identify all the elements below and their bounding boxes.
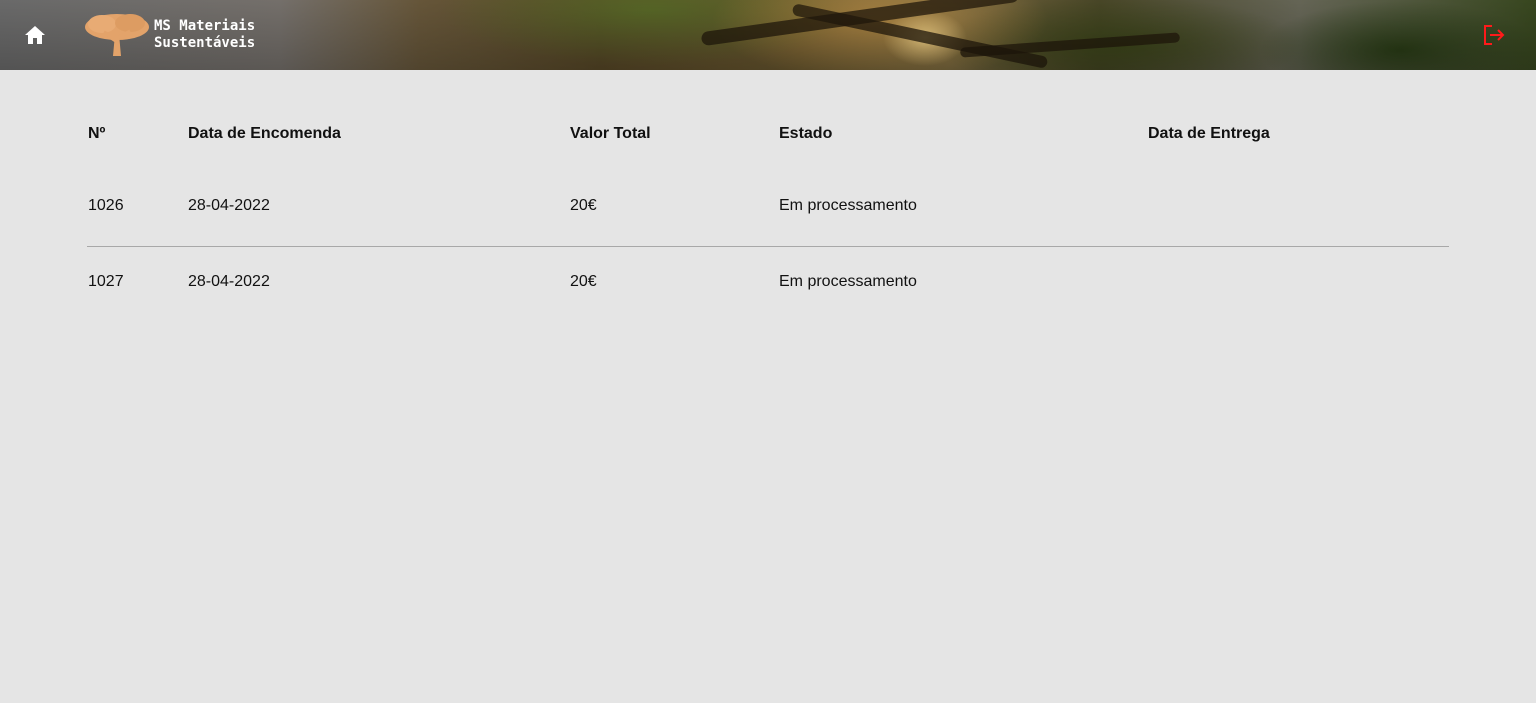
logout-button[interactable]: [1481, 23, 1507, 47]
table-header-row: Nº Data de Encomenda Valor Total Estado …: [87, 108, 1449, 160]
orders-table: Nº Data de Encomenda Valor Total Estado …: [87, 108, 1449, 317]
table-row[interactable]: 1027 28-04-2022 20€ Em processamento: [87, 247, 1449, 318]
order-total: 20€: [570, 273, 597, 290]
order-date: 28-04-2022: [188, 273, 270, 290]
order-delivery-date: [1147, 247, 1449, 318]
table-row[interactable]: 1026 28-04-2022 20€ Em processamento: [87, 160, 1449, 247]
order-status: Em processamento: [779, 273, 917, 290]
header-bar: MS Materiais Sustentáveis: [0, 0, 1536, 70]
order-date: 28-04-2022: [187, 160, 569, 247]
brand-name: MS Materiais Sustentáveis: [154, 18, 255, 52]
home-icon: [25, 26, 45, 44]
home-button[interactable]: [22, 22, 48, 48]
brand-logo[interactable]: [84, 12, 150, 58]
tree-logo-icon: [85, 14, 149, 56]
order-status: Em processamento: [778, 160, 1147, 247]
brand-name-line1: MS Materiais: [154, 18, 256, 34]
column-header-total: Valor Total: [570, 125, 651, 142]
column-header-number: Nº: [88, 125, 106, 142]
column-header-status: Estado: [779, 125, 833, 142]
order-delivery-date: [1147, 160, 1449, 247]
order-number: 1027: [88, 273, 124, 290]
order-number: 1026: [87, 160, 187, 247]
logout-icon: [1484, 25, 1505, 45]
brand-name-line2: Sustentáveis: [154, 35, 256, 51]
column-header-delivery-date: Data de Entrega: [1148, 125, 1270, 142]
order-total: 20€: [569, 160, 778, 247]
column-header-order-date: Data de Encomenda: [188, 125, 341, 142]
